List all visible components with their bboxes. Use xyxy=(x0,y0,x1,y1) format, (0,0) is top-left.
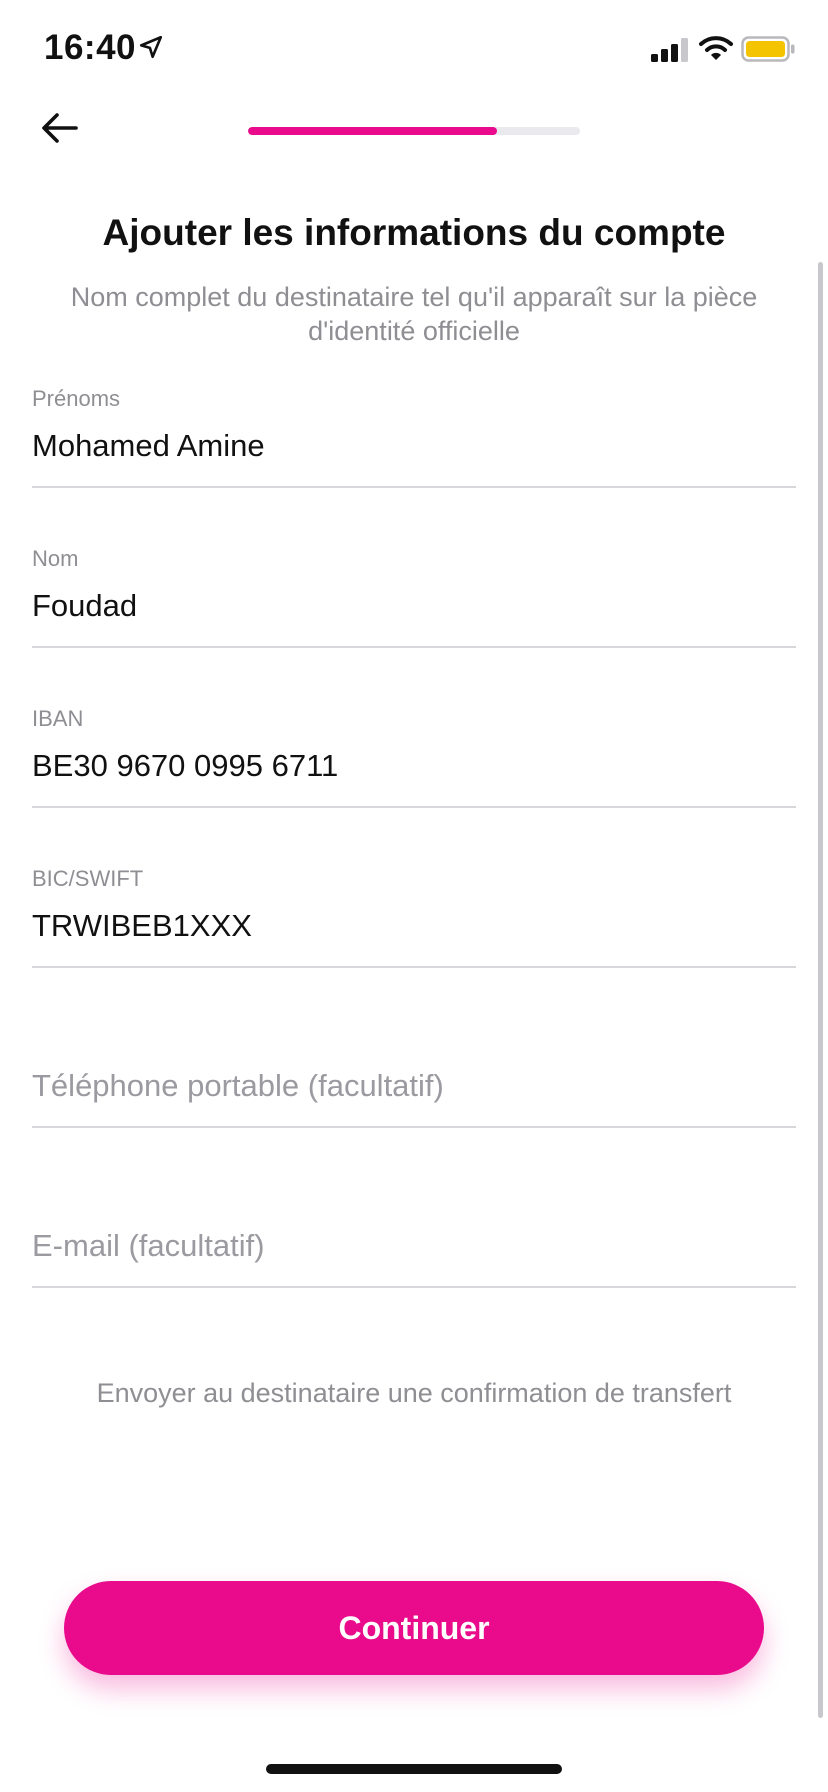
continue-button[interactable]: Continuer xyxy=(64,1581,764,1675)
back-button[interactable] xyxy=(34,104,86,152)
progress-bar xyxy=(248,127,580,135)
battery-icon xyxy=(741,36,795,62)
bic-swift-label: BIC/SWIFT xyxy=(32,866,144,891)
scrollbar[interactable] xyxy=(818,262,823,1718)
last-name-field[interactable]: Nom Foudad xyxy=(32,546,796,648)
wifi-icon xyxy=(699,36,733,60)
email-field[interactable]: E-mail (facultatif) xyxy=(32,1186,796,1288)
first-name-label: Prénoms xyxy=(32,386,121,411)
email-placeholder[interactable]: E-mail (facultatif) xyxy=(32,1228,265,1264)
transfer-confirmation-note: Envoyer au destinataire une confirmation… xyxy=(96,1378,732,1408)
page-subtitle: Nom complet du destinataire tel qu'il ap… xyxy=(70,282,758,346)
phone-field[interactable]: Téléphone portable (facultatif) xyxy=(32,1026,796,1128)
progress-bar-fill xyxy=(248,127,497,135)
location-arrow-icon xyxy=(139,35,163,59)
add-account-info-screen: 16:40 Ajouter les informations du compte… xyxy=(0,0,828,1792)
page-title: Ajouter les informations du compte xyxy=(102,212,726,253)
iban-label: IBAN xyxy=(32,706,84,731)
home-indicator[interactable] xyxy=(266,1764,562,1774)
cellular-signal-icon xyxy=(651,38,688,62)
last-name-label: Nom xyxy=(32,546,79,571)
bic-swift-field[interactable]: BIC/SWIFT TRWIBEB1XXX xyxy=(32,866,796,968)
iban-value[interactable]: BE30 9670 0995 6711 xyxy=(32,748,338,784)
first-name-field[interactable]: Prénoms Mohamed Amine xyxy=(32,386,796,488)
status-bar: 16:40 xyxy=(0,0,828,100)
bic-swift-value[interactable]: TRWIBEB1XXX xyxy=(32,908,252,944)
last-name-value[interactable]: Foudad xyxy=(32,588,137,624)
status-time: 16:40 xyxy=(44,28,137,67)
iban-field[interactable]: IBAN BE30 9670 0995 6711 xyxy=(32,706,796,808)
phone-placeholder[interactable]: Téléphone portable (facultatif) xyxy=(32,1068,444,1104)
arrow-left-icon xyxy=(42,113,78,143)
first-name-value[interactable]: Mohamed Amine xyxy=(32,428,265,464)
